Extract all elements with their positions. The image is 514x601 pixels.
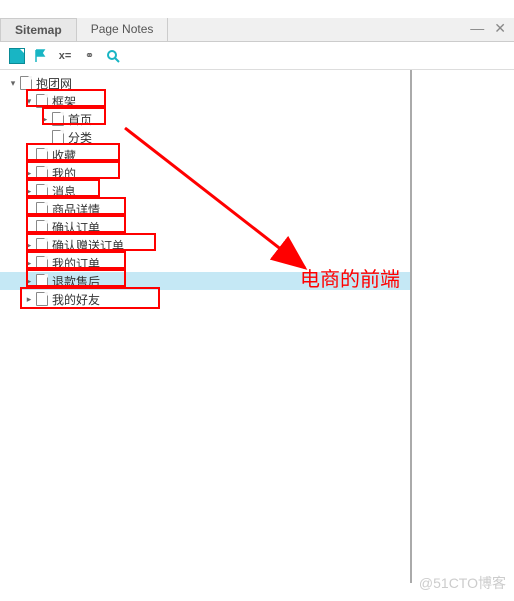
page-icon	[36, 202, 48, 216]
watermark: @51CTO博客	[419, 573, 506, 593]
new-page-button[interactable]	[8, 47, 26, 65]
expander-icon[interactable]: ▸	[40, 114, 50, 125]
page-icon	[36, 184, 48, 198]
expander-icon[interactable]: ▸	[24, 186, 34, 197]
page-icon	[36, 94, 48, 108]
page-icon	[36, 148, 48, 162]
page-icon	[36, 256, 48, 270]
page-icon	[52, 130, 64, 144]
variables-button[interactable]: x=	[56, 47, 74, 65]
tree-item[interactable]: 商品详情	[0, 200, 410, 218]
flag-icon	[33, 48, 49, 64]
tree-item[interactable]: 分类	[0, 128, 410, 146]
tree-item[interactable]: ▾ 框架	[0, 92, 410, 110]
tree-item[interactable]: ▸ 退款售后	[0, 272, 410, 290]
toolbar: x= ⚭	[0, 42, 514, 70]
sitemap-tree: ▾ 抱团网 ▾框架▸首页分类收藏▸我的▸消息商品详情确认订单▸确认赠送订单▸我的…	[0, 70, 412, 583]
node-label: 消息	[52, 183, 76, 200]
node-label: 分类	[68, 129, 92, 146]
page-icon	[36, 166, 48, 180]
expander-icon[interactable]: ▸	[24, 294, 34, 305]
node-label: 首页	[68, 111, 92, 128]
node-label: 我的订单	[52, 255, 100, 272]
expander-icon[interactable]: ▸	[24, 168, 34, 179]
flag-button[interactable]	[32, 47, 50, 65]
expander-icon[interactable]: ▸	[24, 276, 34, 287]
node-label: 我的	[52, 165, 76, 182]
expander-icon[interactable]: ▾	[8, 78, 18, 89]
page-icon	[52, 112, 64, 126]
node-label: 确认赠送订单	[52, 237, 124, 254]
search-button[interactable]	[104, 47, 122, 65]
node-label: 框架	[52, 93, 76, 110]
tree-item[interactable]: 确认订单	[0, 218, 410, 236]
expander-icon[interactable]: ▸	[24, 258, 34, 269]
page-icon	[36, 274, 48, 288]
page-icon	[36, 220, 48, 234]
node-label: 退款售后	[52, 273, 100, 290]
tree-item[interactable]: ▸ 首页	[0, 110, 410, 128]
page-icon	[20, 76, 32, 90]
tab-page-notes[interactable]: Page Notes	[77, 18, 169, 41]
expander-icon[interactable]: ▾	[24, 96, 34, 107]
tab-sitemap[interactable]: Sitemap	[0, 18, 77, 41]
page-icon	[9, 48, 25, 64]
node-label: 收藏	[52, 147, 76, 164]
tab-bar: Sitemap Page Notes	[0, 18, 514, 42]
tree-item[interactable]: 收藏	[0, 146, 410, 164]
tree-item[interactable]: ▸ 我的好友	[0, 290, 410, 308]
node-label: 我的好友	[52, 291, 100, 308]
tree-item[interactable]: ▸ 我的订单	[0, 254, 410, 272]
node-label: 商品详情	[52, 201, 100, 218]
search-icon	[105, 48, 121, 64]
tree-root[interactable]: ▾ 抱团网	[0, 74, 410, 92]
tree-item[interactable]: ▸ 确认赠送订单	[0, 236, 410, 254]
tree-item[interactable]: ▸ 我的	[0, 164, 410, 182]
tree-item[interactable]: ▸ 消息	[0, 182, 410, 200]
node-label: 抱团网	[36, 75, 72, 92]
page-icon	[36, 292, 48, 306]
link-button[interactable]: ⚭	[80, 47, 98, 65]
expander-icon[interactable]: ▸	[24, 240, 34, 251]
close-button[interactable]: ✕	[494, 20, 506, 37]
node-label: 确认订单	[52, 219, 100, 236]
page-icon	[36, 238, 48, 252]
minimize-button[interactable]: —	[470, 20, 484, 37]
